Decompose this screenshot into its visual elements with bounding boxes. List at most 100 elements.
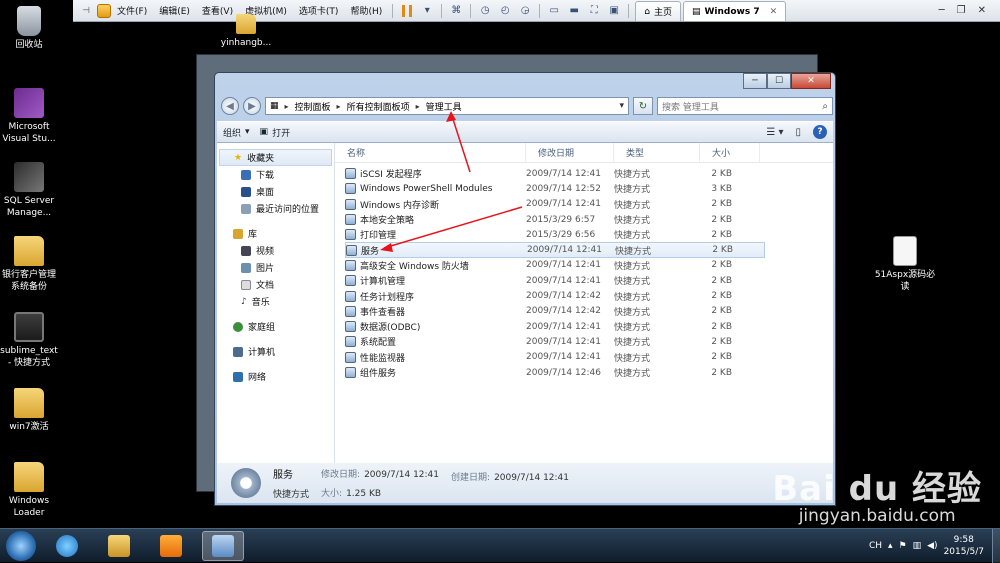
desktop-icon-sublime[interactable]: sublime_text - 快捷方式: [0, 312, 60, 369]
desktop-icon-label: sublime_text - 快捷方式: [0, 346, 58, 368]
nav-desktop[interactable]: 桌面: [217, 183, 334, 200]
file-row[interactable]: 组件服务 2009/7/14 12:46 快捷方式 2 KB: [345, 365, 765, 380]
library-view-icon[interactable]: ▭: [546, 3, 562, 19]
chevron-down-icon[interactable]: ▾: [619, 101, 624, 111]
desktop-icon-51aspx[interactable]: 51Aspx源码必读: [874, 236, 936, 293]
back-button[interactable]: ◀: [221, 97, 239, 115]
snapshot-icon[interactable]: ◷: [477, 3, 493, 19]
desktop-icon-yinhangb[interactable]: yinhangb...: [215, 14, 277, 49]
organize-label: 组织: [223, 128, 242, 139]
snapshot-manager-icon[interactable]: ◶: [517, 3, 533, 19]
file-row[interactable]: 系统配置 2009/7/14 12:41 快捷方式 2 KB: [345, 334, 765, 349]
recycle-bin-icon: [17, 6, 41, 36]
file-row[interactable]: Windows PowerShell Modules 2009/7/14 12:5…: [345, 181, 765, 196]
grip-icon[interactable]: ⊣: [79, 4, 93, 18]
file-row[interactable]: 数据源(ODBC) 2009/7/14 12:41 快捷方式 2 KB: [345, 319, 765, 334]
column-name[interactable]: 名称: [335, 143, 526, 162]
fullscreen-icon[interactable]: ⛶: [586, 3, 602, 19]
action-center-icon[interactable]: ⚑: [899, 541, 907, 551]
menu-file[interactable]: 文件(F): [111, 4, 153, 17]
menu-help[interactable]: 帮助(H): [344, 4, 388, 17]
file-row[interactable]: iSCSI 发起程序 2009/7/14 12:41 快捷方式 2 KB: [345, 166, 765, 181]
forward-button[interactable]: ▶: [243, 97, 261, 115]
close-tab-icon[interactable]: ✕: [770, 7, 778, 17]
file-row[interactable]: 性能监视器 2009/7/14 12:41 快捷方式 2 KB: [345, 350, 765, 365]
nav-network[interactable]: 网络: [217, 368, 334, 385]
file-row-services-selected[interactable]: 服务 2009/7/14 12:41 快捷方式 2 KB: [345, 242, 765, 258]
taskbar-media-player[interactable]: [150, 531, 192, 561]
chevron-right-icon[interactable]: ▸: [285, 102, 289, 111]
maximize-button[interactable]: ☐: [767, 73, 791, 89]
preview-pane-icon[interactable]: ▯: [795, 127, 801, 138]
file-row[interactable]: 任务计划程序 2009/7/14 12:42 快捷方式 2 KB: [345, 288, 765, 303]
nav-computer[interactable]: 计算机: [217, 343, 334, 360]
desktop-icon-win7-activate[interactable]: win7激活: [0, 388, 60, 433]
pause-button[interactable]: [399, 3, 415, 19]
network-tray-icon[interactable]: ▥: [913, 541, 922, 551]
nav-recent[interactable]: 最近访问的位置: [217, 200, 334, 217]
desktop-icon-bank-backup[interactable]: 银行客户管理系统备份: [0, 236, 60, 293]
restore-icon[interactable]: ❐: [957, 5, 966, 16]
nav-music[interactable]: ♪ 音乐: [217, 293, 334, 310]
nav-label: 图片: [256, 264, 275, 274]
column-type[interactable]: 类型: [614, 143, 700, 162]
menu-tabs[interactable]: 选项卡(T): [293, 4, 345, 17]
language-indicator[interactable]: CH: [869, 541, 882, 551]
console-view-icon[interactable]: ▬: [566, 3, 582, 19]
revert-snapshot-icon[interactable]: ◴: [497, 3, 513, 19]
breadcrumb-control-panel[interactable]: 控制面板: [295, 100, 331, 113]
refresh-button[interactable]: ↻: [633, 97, 653, 115]
volume-icon[interactable]: ◀): [927, 541, 937, 551]
column-date[interactable]: 修改日期: [526, 143, 614, 162]
nav-homegroup[interactable]: 家庭组: [217, 318, 334, 335]
desktop-icon-windows-loader[interactable]: Windows Loader: [0, 462, 60, 519]
close-icon[interactable]: ✕: [978, 5, 986, 16]
minimize-icon[interactable]: ─: [939, 5, 945, 16]
organize-button[interactable]: 组织 ▾: [223, 126, 250, 139]
file-row[interactable]: 计算机管理 2009/7/14 12:41 快捷方式 2 KB: [345, 273, 765, 288]
clock[interactable]: 9:58 2015/5/7: [944, 534, 984, 558]
recent-places-icon: [241, 203, 251, 214]
file-row[interactable]: 本地安全策略 2015/3/29 6:57 快捷方式 2 KB: [345, 212, 765, 227]
file-row[interactable]: 高级安全 Windows 防火墙 2009/7/14 12:41 快捷方式 2 KB: [345, 258, 765, 273]
desktop-icon-sql-server[interactable]: SQL Server Manage...: [0, 162, 60, 219]
help-icon[interactable]: ?: [813, 125, 827, 139]
nav-videos[interactable]: 视频: [217, 242, 334, 259]
nav-libraries[interactable]: 库: [217, 225, 334, 242]
taskbar-ie[interactable]: [46, 531, 88, 561]
desktop-icon-recycle-bin[interactable]: 回收站: [0, 6, 60, 51]
file-row[interactable]: Windows 内存诊断 2009/7/14 12:41 快捷方式 2 KB: [345, 197, 765, 212]
minimize-button[interactable]: ─: [743, 73, 767, 89]
nav-downloads[interactable]: 下载: [217, 166, 334, 183]
breadcrumb-all-items[interactable]: 所有控制面板项: [347, 100, 410, 113]
chevron-right-icon[interactable]: ▸: [337, 102, 341, 111]
window-caption[interactable]: ─ ☐ ✕: [215, 73, 835, 91]
tab-windows7[interactable]: ▤ Windows 7 ✕: [682, 1, 787, 21]
breadcrumb-admin-tools[interactable]: 管理工具: [426, 100, 462, 113]
tray-expand-icon[interactable]: ▴: [888, 541, 893, 551]
nav-favorites[interactable]: ★ 收藏夹: [219, 149, 332, 166]
chevron-right-icon[interactable]: ▸: [416, 102, 420, 111]
search-input[interactable]: 搜索 管理工具 ⌕: [657, 97, 833, 115]
file-row[interactable]: 事件查看器 2009/7/14 12:42 快捷方式 2 KB: [345, 304, 765, 319]
send-keys-icon[interactable]: ⌘: [448, 3, 464, 19]
close-button[interactable]: ✕: [791, 73, 831, 89]
view-options-icon[interactable]: ☰ ▾: [766, 127, 783, 138]
tab-home[interactable]: ⌂ 主页: [635, 1, 681, 21]
start-button[interactable]: [6, 530, 36, 561]
unity-icon[interactable]: ▣: [606, 3, 622, 19]
taskbar-explorer[interactable]: [98, 531, 140, 561]
column-size[interactable]: 大小: [700, 143, 760, 162]
open-button[interactable]: ▣ 打开: [260, 126, 291, 139]
file-name: 打印管理: [360, 231, 397, 242]
menu-edit[interactable]: 编辑(E): [153, 4, 196, 17]
nav-documents[interactable]: 文档: [217, 276, 334, 293]
address-bar[interactable]: ▦ ▸ 控制面板 ▸ 所有控制面板项 ▸ 管理工具 ▾: [265, 97, 629, 115]
dropdown-icon[interactable]: ▾: [419, 3, 435, 19]
file-row[interactable]: 打印管理 2015/3/29 6:56 快捷方式 2 KB: [345, 227, 765, 242]
open-icon: ▣: [259, 127, 269, 137]
nav-pictures[interactable]: 图片: [217, 259, 334, 276]
desktop-icon-visual-studio[interactable]: Microsoft Visual Stu...: [0, 88, 60, 145]
taskbar-control-panel[interactable]: [202, 530, 244, 561]
show-desktop-button[interactable]: [992, 528, 1000, 563]
